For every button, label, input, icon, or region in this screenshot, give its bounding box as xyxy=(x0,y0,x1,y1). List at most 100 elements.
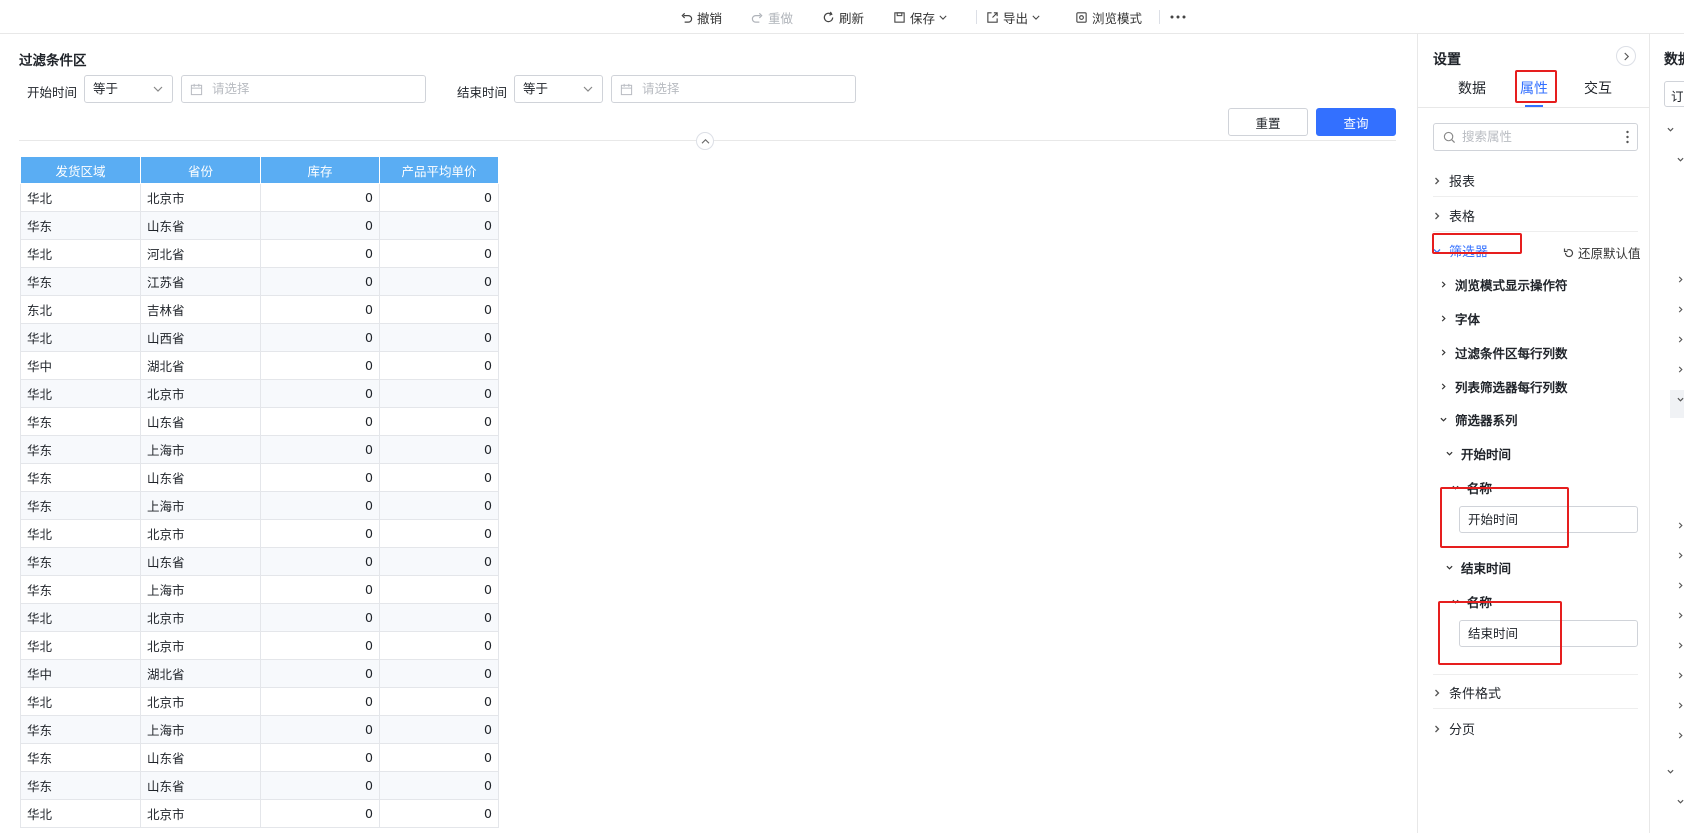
table-cell[interactable]: 吉林省 xyxy=(140,295,261,324)
chevron-down-icon[interactable] xyxy=(1667,126,1674,133)
table-cell[interactable]: 山东省 xyxy=(140,407,261,436)
item-list-columns-per-row[interactable]: 列表筛选器每行列数 xyxy=(1440,377,1568,396)
table-cell[interactable]: 湖北省 xyxy=(140,351,261,380)
restore-default-button[interactable]: 还原默认值 xyxy=(1563,243,1641,262)
table-cell[interactable]: 0 xyxy=(260,547,380,576)
table-cell[interactable]: 0 xyxy=(260,323,380,352)
table-cell[interactable]: 北京市 xyxy=(140,687,261,716)
table-cell[interactable]: 上海市 xyxy=(140,491,261,520)
table-cell[interactable]: 0 xyxy=(260,715,380,744)
end-operator-select[interactable]: 等于 xyxy=(514,75,603,103)
table-cell[interactable]: 0 xyxy=(379,463,499,492)
section-pagination[interactable]: 分页 xyxy=(1433,719,1475,738)
table-cell[interactable]: 0 xyxy=(379,575,499,604)
table-cell[interactable]: 华中 xyxy=(20,659,141,688)
table-cell[interactable]: 0 xyxy=(260,435,380,464)
table-cell[interactable]: 0 xyxy=(260,211,380,240)
table-cell[interactable]: 0 xyxy=(379,435,499,464)
section-conditional-format[interactable]: 条件格式 xyxy=(1433,683,1501,702)
table-cell[interactable]: 华东 xyxy=(20,743,141,772)
table-cell[interactable]: 山东省 xyxy=(140,547,261,576)
chevron-right-icon[interactable] xyxy=(1677,642,1684,649)
chevron-right-icon[interactable] xyxy=(1677,702,1684,709)
column-header[interactable]: 省份 xyxy=(140,156,261,184)
reset-button[interactable]: 重置 xyxy=(1228,108,1308,136)
data-panel-select[interactable]: 订 xyxy=(1664,81,1684,107)
table-cell[interactable]: 上海市 xyxy=(140,435,261,464)
table-cell[interactable]: 0 xyxy=(379,519,499,548)
start-operator-select[interactable]: 等于 xyxy=(84,75,173,103)
column-header[interactable]: 库存 xyxy=(260,156,380,184)
chevron-right-icon[interactable] xyxy=(1677,672,1684,679)
table-cell[interactable]: 0 xyxy=(260,491,380,520)
table-cell[interactable]: 东北 xyxy=(20,295,141,324)
table-cell[interactable]: 0 xyxy=(260,183,380,212)
table-cell[interactable]: 华中 xyxy=(20,351,141,380)
chevron-right-icon[interactable] xyxy=(1677,336,1684,343)
table-cell[interactable]: 华东 xyxy=(20,575,141,604)
more-vertical-icon[interactable] xyxy=(1626,130,1629,144)
table-cell[interactable]: 华北 xyxy=(20,799,141,828)
table-cell[interactable]: 北京市 xyxy=(140,183,261,212)
chevron-down-icon[interactable] xyxy=(1667,768,1674,775)
table-cell[interactable]: 上海市 xyxy=(140,715,261,744)
table-cell[interactable]: 北京市 xyxy=(140,631,261,660)
table-cell[interactable]: 华东 xyxy=(20,463,141,492)
table-cell[interactable]: 上海市 xyxy=(140,575,261,604)
table-cell[interactable]: 山东省 xyxy=(140,211,261,240)
tab-data[interactable]: 数据 xyxy=(1458,78,1486,98)
table-cell[interactable]: 华东 xyxy=(20,715,141,744)
end-time-date-picker[interactable]: 请选择 xyxy=(611,75,856,103)
table-cell[interactable]: 0 xyxy=(379,631,499,660)
table-cell[interactable]: 0 xyxy=(379,659,499,688)
table-cell[interactable]: 0 xyxy=(379,491,499,520)
table-cell[interactable]: 湖北省 xyxy=(140,659,261,688)
table-cell[interactable]: 华北 xyxy=(20,323,141,352)
table-cell[interactable]: 北京市 xyxy=(140,519,261,548)
table-cell[interactable]: 0 xyxy=(260,687,380,716)
query-button[interactable]: 查询 xyxy=(1316,108,1396,136)
table-cell[interactable]: 华北 xyxy=(20,631,141,660)
table-cell[interactable]: 0 xyxy=(379,211,499,240)
item-font[interactable]: 字体 xyxy=(1440,309,1480,328)
table-cell[interactable]: 0 xyxy=(379,407,499,436)
column-header[interactable]: 发货区域 xyxy=(20,156,141,184)
table-cell[interactable]: 华东 xyxy=(20,407,141,436)
collapse-filter-button[interactable] xyxy=(696,132,714,150)
table-cell[interactable]: 0 xyxy=(260,631,380,660)
chevron-right-icon[interactable] xyxy=(1677,582,1684,589)
table-cell[interactable]: 北京市 xyxy=(140,799,261,828)
chevron-right-icon[interactable] xyxy=(1677,366,1684,373)
table-cell[interactable]: 江苏省 xyxy=(140,267,261,296)
more-button[interactable] xyxy=(1170,0,1186,34)
table-cell[interactable]: 0 xyxy=(260,771,380,800)
table-cell[interactable]: 华东 xyxy=(20,267,141,296)
table-cell[interactable]: 山西省 xyxy=(140,323,261,352)
item-filter-columns-per-row[interactable]: 过滤条件区每行列数 xyxy=(1440,343,1568,362)
table-cell[interactable]: 华北 xyxy=(20,183,141,212)
chevron-right-icon[interactable] xyxy=(1677,306,1684,313)
table-cell[interactable]: 0 xyxy=(260,267,380,296)
item-browse-show-operator[interactable]: 浏览模式显示操作符 xyxy=(1440,275,1568,294)
start-time-date-picker[interactable]: 请选择 xyxy=(181,75,426,103)
column-header[interactable]: 产品平均单价 xyxy=(379,156,499,184)
table-cell[interactable]: 0 xyxy=(379,351,499,380)
chevron-right-icon[interactable] xyxy=(1677,732,1684,739)
chevron-down-icon[interactable] xyxy=(1677,396,1684,403)
table-cell[interactable]: 山东省 xyxy=(140,743,261,772)
table-cell[interactable]: 0 xyxy=(379,603,499,632)
table-cell[interactable]: 0 xyxy=(260,351,380,380)
table-cell[interactable]: 0 xyxy=(260,239,380,268)
chevron-right-icon[interactable] xyxy=(1677,612,1684,619)
chevron-down-icon[interactable] xyxy=(1677,798,1684,805)
table-cell[interactable]: 华北 xyxy=(20,239,141,268)
table-cell[interactable]: 0 xyxy=(379,743,499,772)
table-cell[interactable]: 0 xyxy=(379,547,499,576)
table-cell[interactable]: 华东 xyxy=(20,491,141,520)
table-cell[interactable]: 0 xyxy=(379,239,499,268)
table-cell[interactable]: 山东省 xyxy=(140,771,261,800)
table-cell[interactable]: 华东 xyxy=(20,771,141,800)
table-cell[interactable]: 北京市 xyxy=(140,379,261,408)
table-cell[interactable]: 0 xyxy=(379,687,499,716)
table-cell[interactable]: 0 xyxy=(260,463,380,492)
